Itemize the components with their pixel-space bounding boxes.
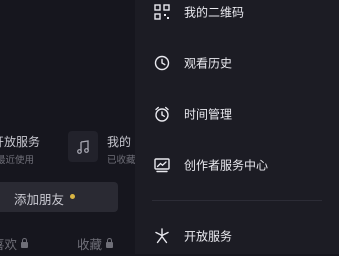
add-friend-label: 添加朋友: [14, 192, 65, 207]
asterisk-icon: [155, 228, 169, 244]
menu-item-time-management[interactable]: 时间管理: [135, 94, 339, 134]
tab-likes-label: 喜欢: [0, 237, 18, 252]
menu-label-time-management: 时间管理: [184, 107, 233, 122]
chart-monitor-icon: [154, 158, 170, 173]
alarm-clock-icon: [155, 106, 169, 122]
tab-favorites[interactable]: 收藏: [77, 234, 114, 253]
open-service-card-title[interactable]: 开放服务: [0, 133, 40, 150]
menu-divider: [152, 200, 322, 201]
side-drawer: 我的二维码 观看历史 时间管理 创作者服务中心 开放服务: [135, 0, 339, 254]
lock-icon: [21, 238, 29, 248]
add-friend-button[interactable]: 添加朋友: [0, 182, 118, 212]
open-service-card-subtitle: 最近使用: [0, 155, 35, 166]
menu-item-creator-center[interactable]: 创作者服务中心: [135, 145, 339, 185]
menu-item-open-service[interactable]: 开放服务: [135, 216, 339, 256]
music-card[interactable]: [68, 131, 98, 162]
menu-item-qr-code[interactable]: 我的二维码: [135, 0, 339, 32]
tab-likes[interactable]: 喜欢: [0, 234, 29, 253]
mine-card-title[interactable]: 我的: [107, 133, 131, 150]
lock-icon: [106, 238, 114, 248]
menu-label-open-service: 开放服务: [184, 229, 233, 244]
profile-background: 开放服务 最近使用 我的 已收藏 添加朋友 喜欢 收藏: [0, 0, 135, 254]
menu-label-watch-history: 观看历史: [184, 56, 233, 71]
music-note-icon: [77, 139, 89, 154]
notification-dot: [70, 194, 75, 199]
menu-label-qr-code: 我的二维码: [184, 5, 245, 20]
mine-card-subtitle: 已收藏: [107, 155, 135, 166]
qr-code-icon: [154, 4, 170, 20]
clock-icon: [154, 55, 170, 71]
menu-label-creator-center: 创作者服务中心: [184, 158, 269, 173]
menu-item-watch-history[interactable]: 观看历史: [135, 43, 339, 83]
tab-favorites-label: 收藏: [77, 237, 103, 252]
